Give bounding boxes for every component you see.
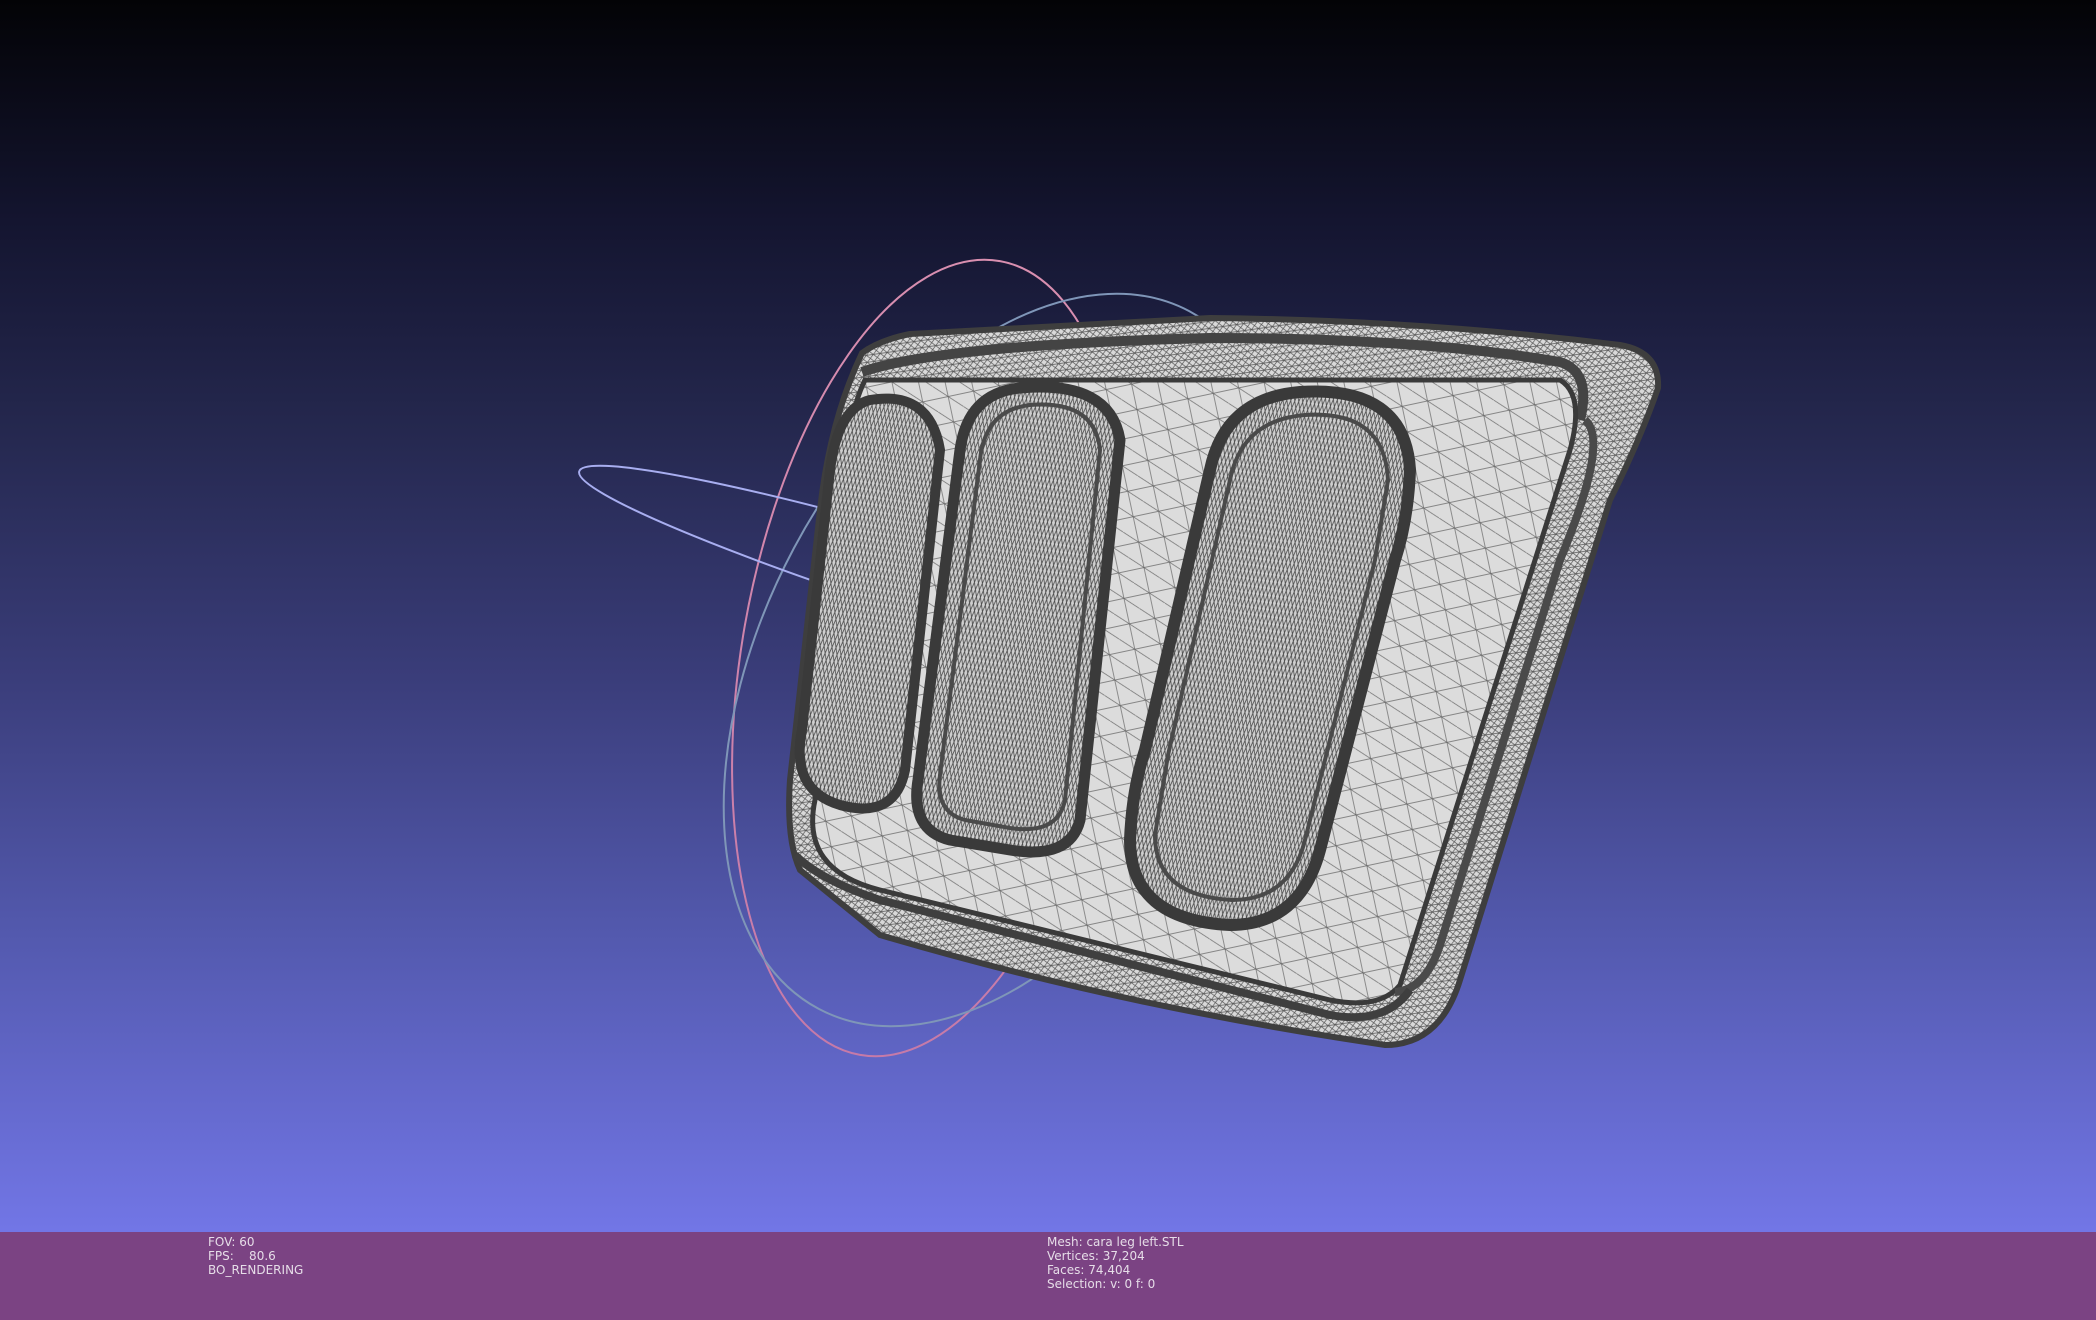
fps-readout: FPS: 80.6 [208, 1249, 276, 1263]
vertices-readout: Vertices: 37,204 [1047, 1249, 1145, 1263]
mesh-model[interactable] [786, 314, 1662, 1049]
render-info: FOV: 60 FPS: 80.6 BO_RENDERING [208, 1235, 303, 1277]
fov-readout: FOV: 60 [208, 1235, 255, 1249]
render-mode-readout: BO_RENDERING [208, 1263, 304, 1277]
faces-readout: Faces: 74,404 [1047, 1263, 1131, 1277]
mesh-name-readout: Mesh: cara leg left.STL [1047, 1235, 1184, 1249]
status-bar: FOV: 60 FPS: 80.6 BO_RENDERING Mesh: car… [0, 1232, 2096, 1320]
mesh-info: Mesh: cara leg left.STL Vertices: 37,204… [1047, 1235, 1184, 1291]
scene-canvas[interactable] [0, 0, 2096, 1232]
selection-readout: Selection: v: 0 f: 0 [1047, 1277, 1156, 1291]
3d-viewport[interactable] [0, 0, 2096, 1232]
